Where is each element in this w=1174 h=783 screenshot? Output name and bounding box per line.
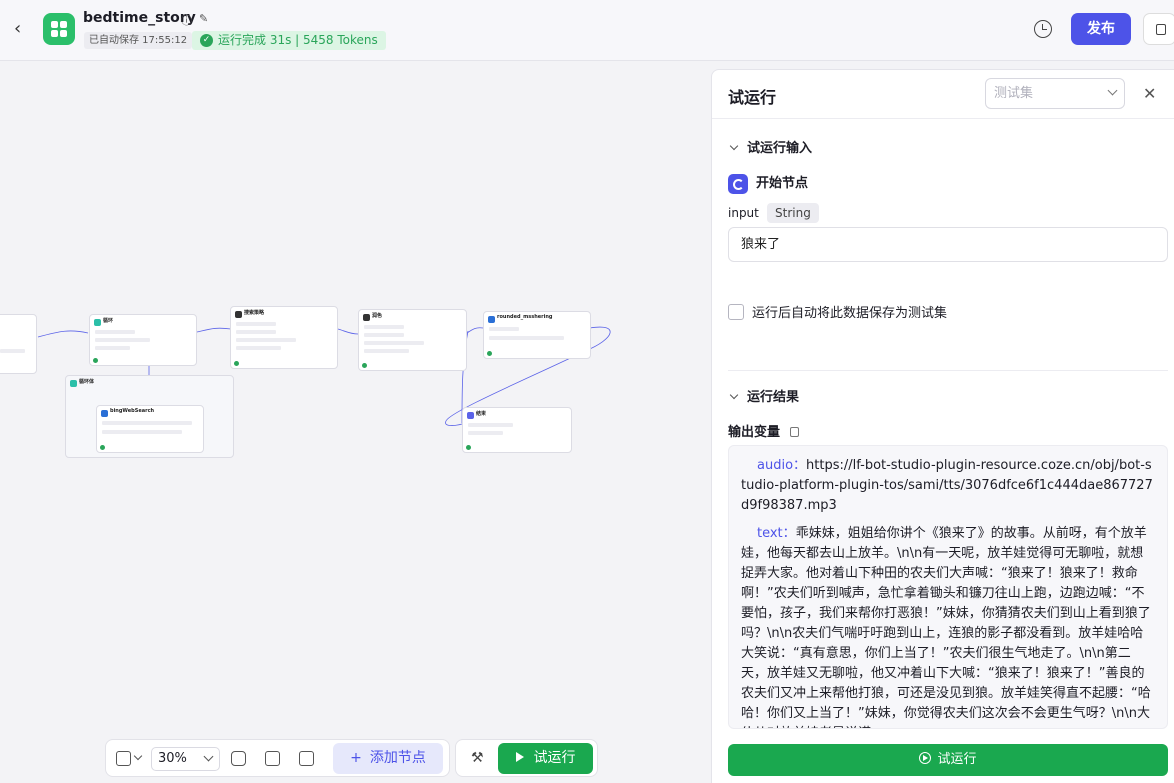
run-button[interactable]: 试运行 — [728, 744, 1168, 776]
output-value: 乖妹妹，姐姐给你讲个《狼来了》的故事。从前呀，有个放羊娃，他每天都去山上放羊。\… — [741, 526, 1151, 728]
node-title: 润色 — [372, 313, 383, 319]
plus-icon: + — [350, 750, 362, 766]
publish-button[interactable]: 发布 — [1071, 13, 1131, 45]
zoom-value: 30% — [158, 751, 187, 766]
chevron-down-icon[interactable] — [133, 751, 143, 761]
add-node-button[interactable]: + 添加节点 — [333, 743, 443, 774]
wrench-icon[interactable]: ⚒ — [471, 750, 484, 766]
close-icon[interactable]: ✕ — [1143, 84, 1156, 103]
canvas-node-search-strategy[interactable]: 搜索策略 — [230, 306, 338, 369]
output-box: audio：https://lf-bot-studio-plugin-resou… — [728, 445, 1168, 729]
toolbar-run-button[interactable]: 试运行 — [498, 743, 593, 774]
result-section-title: 运行结果 — [747, 390, 800, 405]
output-audio: audio：https://lf-bot-studio-plugin-resou… — [741, 458, 1153, 513]
canvas-node-tts[interactable]: rounded_msshering — [483, 311, 591, 359]
run-button-label: 试运行 — [937, 752, 977, 767]
canvas-node-end[interactable]: 结束 — [462, 407, 572, 453]
play-circle-icon — [919, 752, 932, 764]
chevron-down-icon — [203, 751, 214, 762]
comment-icon[interactable] — [231, 751, 246, 766]
zoom-select[interactable]: 30% — [151, 747, 220, 771]
back-arrow-icon[interactable]: ‹ — [14, 19, 30, 39]
canvas-node-loop[interactable]: 循环 — [89, 314, 197, 366]
panel-title: 试运行 — [728, 88, 777, 107]
run-toolbar: ⚒ 试运行 — [455, 739, 598, 777]
info-icon[interactable]: ⓘ — [181, 12, 192, 28]
start-node-label: 开始节点 — [756, 176, 809, 191]
save-testset-label: 运行后自动将此数据保存为测试集 — [752, 306, 948, 321]
copy-icon[interactable] — [790, 427, 800, 437]
canvas-node-loop-body[interactable]: 循环体 bingWebSearch — [65, 375, 234, 458]
output-key: text — [757, 526, 783, 541]
input-name: input — [728, 206, 759, 220]
chevron-down-icon — [729, 141, 739, 151]
divider — [712, 118, 1174, 119]
node-title: 循环 — [103, 318, 114, 324]
app-logo — [43, 13, 75, 45]
canvas-node-bing-search[interactable]: bingWebSearch — [96, 405, 204, 453]
history-icon[interactable] — [1034, 20, 1052, 38]
divider — [728, 370, 1168, 371]
chevron-down-icon — [729, 390, 739, 400]
node-title: 结束 — [476, 411, 487, 417]
run-status-badge: ✓ 运行完成 31s | 5458 Tokens — [192, 31, 386, 50]
input-field[interactable]: 狼来了 — [728, 227, 1168, 262]
duplicate-button[interactable] — [1143, 13, 1174, 45]
app-title: bedtime_story — [83, 10, 196, 26]
node-title: bingWebSearch — [110, 408, 155, 414]
check-circle-icon: ✓ — [200, 34, 213, 47]
edit-icon[interactable]: ✎ — [199, 12, 208, 25]
start-node-icon — [728, 173, 748, 194]
node-title: 循环体 — [79, 379, 95, 385]
canvas-toolbar: 30% + 添加节点 — [105, 739, 450, 777]
result-section-toggle[interactable]: 运行结果 — [728, 386, 799, 405]
chevron-down-icon — [1107, 85, 1118, 96]
play-icon — [515, 752, 524, 762]
node-title: rounded_msshering — [497, 314, 553, 320]
output-header: 输出变量 — [728, 421, 800, 440]
output-key: audio — [757, 458, 794, 473]
test-run-panel: 试运行 测试集 ✕ 试运行输入 开始节点 input String 狼来了 运行… — [711, 69, 1174, 783]
input-section-toggle[interactable]: 试运行输入 — [728, 137, 812, 156]
workflow-canvas[interactable]: 循环 搜索策略 润色 rounded_msshering 循环体 bingWeb… — [0, 61, 710, 783]
autosave-badge: 已自动保存 17:55:12 — [84, 32, 193, 49]
start-node-header: 开始节点 — [728, 172, 808, 194]
layout-icon[interactable] — [265, 751, 280, 766]
testset-placeholder: 测试集 — [994, 86, 1034, 101]
testset-select[interactable]: 测试集 — [985, 78, 1125, 109]
input-section-title: 试运行输入 — [747, 141, 813, 156]
run-status-text: 运行完成 31s | 5458 Tokens — [218, 33, 378, 47]
image-icon[interactable] — [299, 751, 314, 766]
node-title: 搜索策略 — [244, 310, 265, 316]
input-type-badge: String — [767, 203, 819, 223]
toolbar-run-label: 试运行 — [533, 750, 576, 766]
output-text: text：乖妹妹，姐姐给你讲个《狼来了》的故事。从前呀，有个放羊娃，他每天都去山… — [741, 524, 1155, 728]
add-node-label: 添加节点 — [369, 750, 426, 766]
top-bar: ‹ bedtime_story ⓘ ✎ 已自动保存 17:55:12 ✓ 运行完… — [0, 0, 1174, 61]
canvas-node-start[interactable] — [0, 314, 37, 374]
copy-icon — [1156, 24, 1166, 35]
save-testset-checkbox[interactable] — [728, 304, 744, 320]
output-label: 输出变量 — [728, 425, 781, 440]
canvas-node-polish[interactable]: 润色 — [358, 309, 467, 371]
minimap-icon[interactable] — [116, 751, 131, 766]
